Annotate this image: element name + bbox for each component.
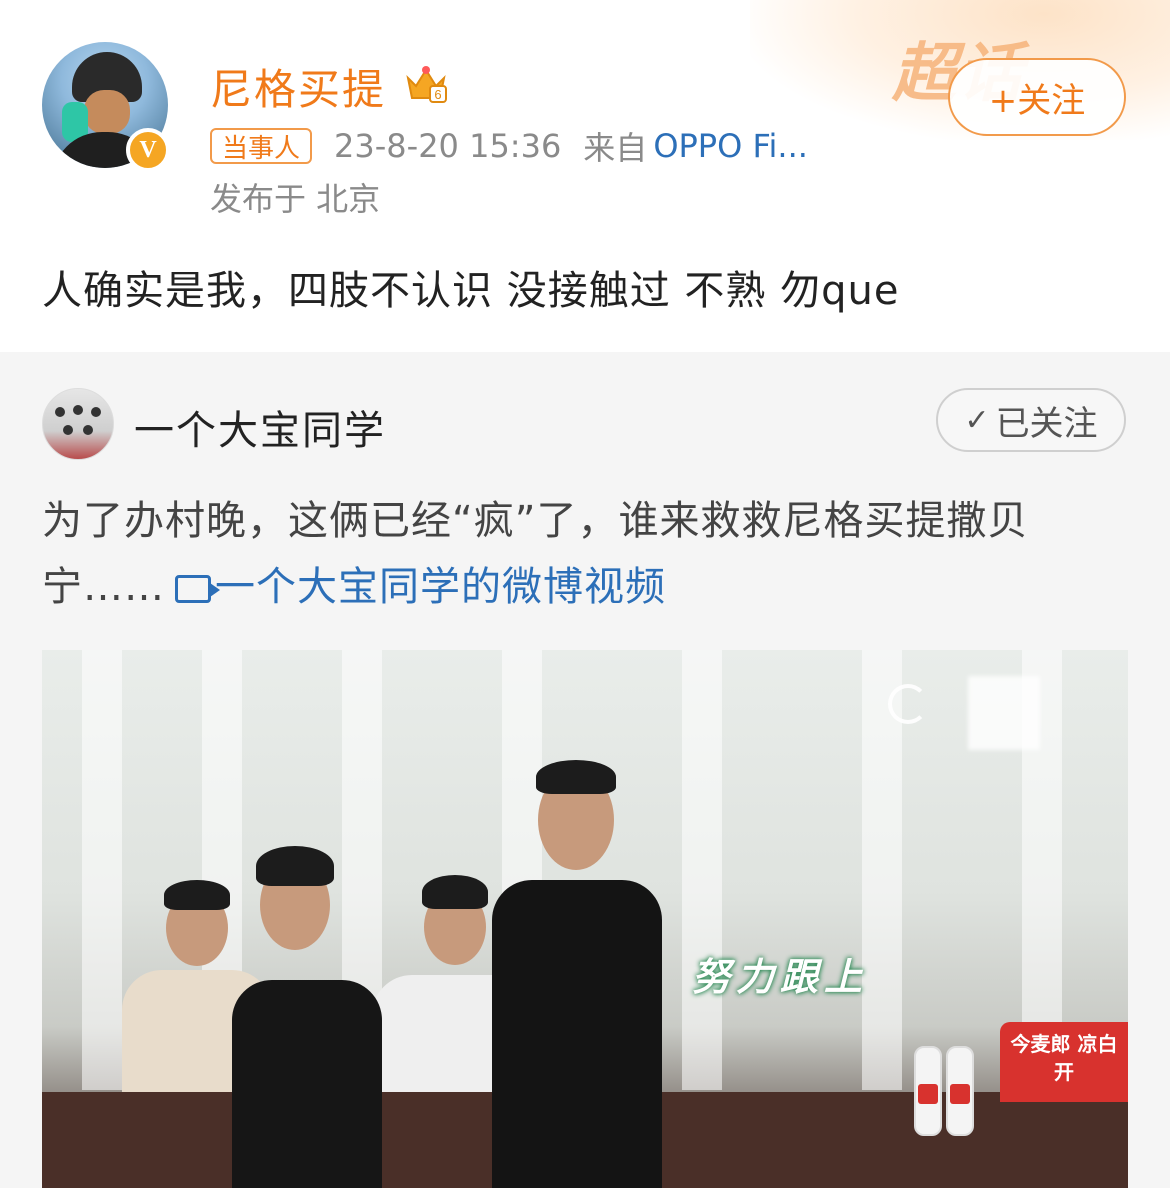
reposted-post[interactable]: 一个大宝同学 ✓ 已关注 为了办村晚，这俩已经“疯”了，谁来救救尼格买提撒贝宁…… [0,352,1170,1188]
check-icon: ✓ [964,402,990,438]
video-caption: 努力跟上 [692,955,869,999]
post-datetime: 23-8-20 15:36 [334,127,562,165]
sponsor-sign: 今麦郎 凉白开 [1000,1022,1128,1102]
repost-author-name[interactable]: 一个大宝同学 [134,398,386,456]
repost-text-block: 为了办村晚，这俩已经“疯”了，谁来救救尼格买提撒贝宁…… 一个大宝同学的微博视频 [42,488,1132,620]
verified-badge-icon: V [126,128,170,172]
video-thumbnail[interactable]: 努力跟上 今麦郎 凉白开 [42,650,1128,1188]
follow-button[interactable]: +关注 [948,58,1126,136]
followed-button[interactable]: ✓ 已关注 [936,388,1126,452]
followed-label: 已关注 [995,403,1098,444]
author-name[interactable]: 尼格买提 [210,56,386,117]
post-meta: 当事人 23-8-20 15:36 来自 OPPO Fi... [210,126,808,167]
video-icon [175,575,220,603]
crown-icon: 6 [406,66,447,103]
post-content: 人确实是我，四肢不认识 没接触过 不熟 勿que [42,268,900,314]
post-location: 发布于 北京 [210,180,381,218]
product-bottles [914,1046,978,1136]
party-tag: 当事人 [210,128,313,164]
watermark-swirl-icon [888,684,928,724]
svg-text:6: 6 [434,87,441,102]
weibo-post: 超话 V 尼格买提 6 +关注 当事人 23-8-20 15:36 来自 OPP… [0,0,1170,352]
video-link[interactable]: 一个大宝同学的微博视频 [215,564,666,610]
blurred-watermark [968,676,1040,750]
source-prefix: 来自 [583,129,648,167]
source-device-link[interactable]: OPPO Fi... [653,127,808,165]
repost-author-avatar[interactable] [42,388,114,460]
